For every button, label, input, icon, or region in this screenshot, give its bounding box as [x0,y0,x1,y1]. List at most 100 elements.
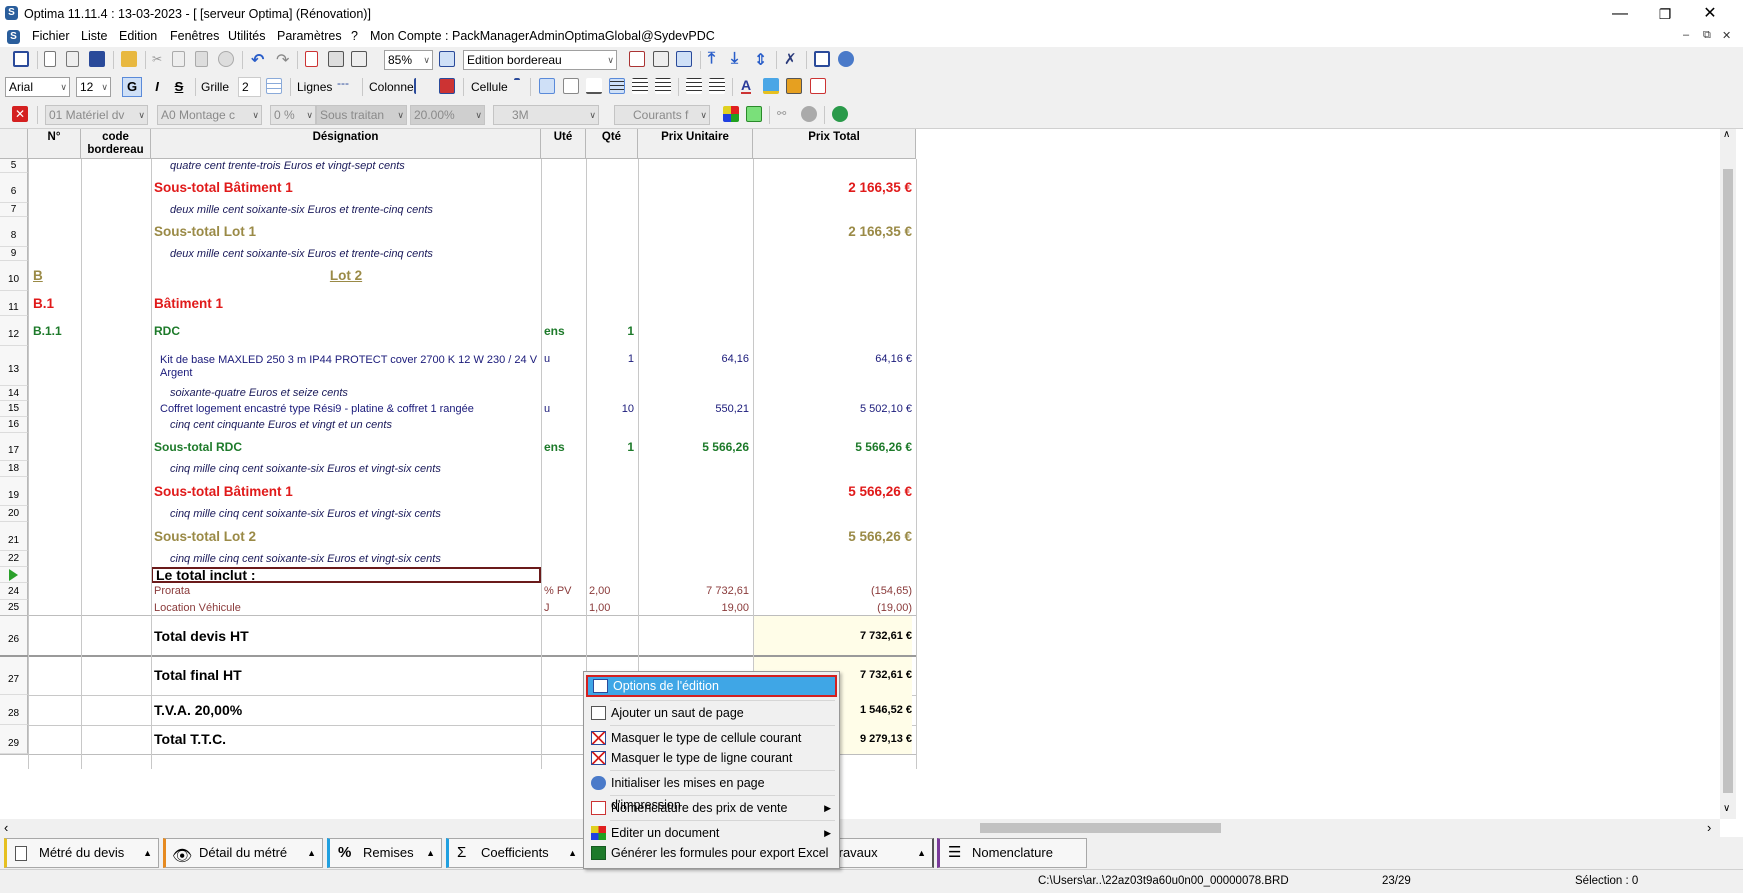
row-number[interactable]: 27 [0,656,28,695]
row-unit-price[interactable]: 64,16 [638,349,749,369]
ctx-masquer-ligne[interactable]: Masquer le type de ligne courant [586,747,837,769]
row-designation-continued[interactable]: Argent [160,367,545,380]
scroll-left-icon[interactable]: ‹ [4,820,8,835]
tools-icon[interactable]: ✗ [784,50,797,68]
tab-detail-metre[interactable]: 👁 Détail du métré ▲ [163,838,323,868]
row-total[interactable]: 7 732,61 € [753,616,912,656]
grid-icon[interactable] [266,78,282,94]
border-bottom-icon[interactable] [586,78,602,94]
row-designation[interactable]: Bâtiment 1 [154,291,539,316]
sous-traitance-select[interactable]: Sous traitan ∨ [316,105,407,125]
lock-icon[interactable] [746,106,762,122]
row-designation[interactable]: cinq cent cinquante Euros et vingt et un… [170,417,555,433]
print-icon[interactable] [328,51,344,67]
header-pu[interactable]: Prix Unitaire [638,129,753,159]
row-unit-price[interactable]: 550,21 [638,401,749,417]
italic-button[interactable]: I [149,77,165,97]
row-number[interactable]: 12 [0,316,28,346]
ctx-options-edition[interactable]: Options de l'édition [586,675,837,697]
row-number[interactable]: 24 [0,583,28,600]
row-number[interactable]: 21 [0,522,28,551]
row-total[interactable]: (154,65) [753,583,912,600]
menu-fichier[interactable]: Fichier [32,29,70,43]
row-designation[interactable]: cinq mille cinq cent soixante-six Euros … [170,551,555,567]
row-unit[interactable]: ens [544,433,584,461]
row-total[interactable]: 5 566,26 € [753,433,912,461]
row-unit[interactable]: % PV [544,583,584,600]
materiel-select[interactable]: 01 Matériel dv ∨ [45,105,148,125]
bordereau-icon[interactable] [629,51,645,67]
row-designation[interactable]: deux mille cent soixante-six Euros et tr… [170,247,555,261]
row-designation[interactable]: Total devis HT [154,616,539,656]
indent-icon[interactable] [686,78,702,94]
ctx-nomenclature-prix[interactable]: Nomenclature des prix de vente ▶ [586,797,837,819]
row-quantity[interactable]: 10 [586,401,634,417]
redo-icon[interactable]: ↷ [276,50,289,70]
montage-select[interactable]: A0 Montage c ∨ [157,105,262,125]
grille-input[interactable]: 2 [238,77,261,97]
row-designation[interactable]: RDC [154,316,539,346]
close-panel-icon[interactable]: ✕ [12,106,28,122]
row-total[interactable]: 5 566,26 € [753,522,912,551]
align-right-icon[interactable] [655,78,671,94]
row-designation[interactable]: T.V.A. 20,00% [154,695,539,725]
minimize-button[interactable]: — [1600,3,1640,25]
sync-icon[interactable] [838,51,854,67]
row-designation[interactable]: Sous-total Bâtiment 1 [154,173,539,203]
ctx-init-mises-page[interactable]: Initialiser les mises en page d'impressi… [586,772,837,812]
menu-liste[interactable]: Liste [81,29,107,43]
tab-metre-devis[interactable]: Métré du devis ▲ [4,838,159,868]
ctx-editer-document[interactable]: Editer un document ▶ [586,822,837,844]
row-number[interactable]: 25 [0,600,28,616]
row-designation[interactable]: quatre cent trente-trois Euros et vingt-… [170,159,555,173]
row-designation[interactable]: cinq mille cinq cent soixante-six Euros … [170,506,555,522]
row-unit[interactable]: u [544,349,584,369]
row-number[interactable]: 15 [0,401,28,417]
cellule-style-icon[interactable] [514,78,520,82]
row-designation[interactable]: soixante-quatre Euros et seize cents [170,386,555,401]
percent-select[interactable]: 0 % ∨ [270,105,316,125]
windows2-icon[interactable] [814,51,830,67]
row-number[interactable]: 10 [0,261,28,291]
restore-button[interactable]: ❐ [1645,3,1685,25]
mdi-minimize-icon[interactable]: – [1683,29,1689,41]
menu-help[interactable]: ? [351,29,358,43]
menu-fenetres[interactable]: Fenêtres [170,29,219,43]
row-number[interactable]: 28 [0,695,28,725]
lignes-style-icon[interactable]: ‐‐‐ [337,76,349,90]
row-designation[interactable]: Lot 2 [151,261,541,291]
row-designation[interactable]: Prorata [154,583,539,600]
row-unit[interactable]: u [544,401,584,417]
row-unit-price[interactable]: 19,00 [638,600,749,616]
cut-icon[interactable]: ✂ [152,52,162,66]
row-quantity[interactable]: 1 [586,349,634,369]
row-unit[interactable]: J [544,600,584,616]
row-designation[interactable]: cinq mille cinq cent soixante-six Euros … [170,461,555,477]
tab-travaux[interactable]: travaux ▲ [830,838,934,868]
scroll-up-icon[interactable]: ∧ [1723,129,1730,140]
row-designation[interactable]: Location Véhicule [154,600,539,616]
format-icon[interactable] [810,78,826,94]
row-designation[interactable]: Coffret logement encastré type Rési9 - p… [160,401,545,417]
row-quantity[interactable]: 2,00 [589,583,637,600]
row-total[interactable]: 2 166,35 € [753,173,912,203]
border-top-icon[interactable] [539,78,555,94]
app-menu-icon[interactable]: S [7,30,20,44]
row-designation[interactable]: Sous-total RDC [154,433,539,461]
header-code[interactable]: code bordereau [81,129,151,159]
row-number[interactable]: 16 [0,417,28,433]
row-number[interactable]: 5 [0,159,28,173]
outdent-icon[interactable] [709,78,725,94]
move-bottom-icon[interactable]: ⤓ [731,50,738,68]
mdi-close-icon[interactable]: ✕ [1722,29,1731,42]
mdi-restore-icon[interactable]: ⧉ [1703,29,1711,42]
font-size-select[interactable]: 12 ∨ [76,77,111,97]
currency-icon[interactable] [832,106,848,122]
new-icon[interactable] [44,51,56,67]
row-unit-price[interactable]: 5 566,26 [638,433,749,461]
scroll-down-icon[interactable]: ∨ [1723,803,1730,814]
vertical-scrollbar[interactable]: ∧ ∨ [1720,129,1736,819]
header-total[interactable]: Prix Total [753,129,916,159]
header-designation[interactable]: Désignation [151,129,541,159]
row-designation[interactable]: Total T.T.C. [154,725,539,754]
